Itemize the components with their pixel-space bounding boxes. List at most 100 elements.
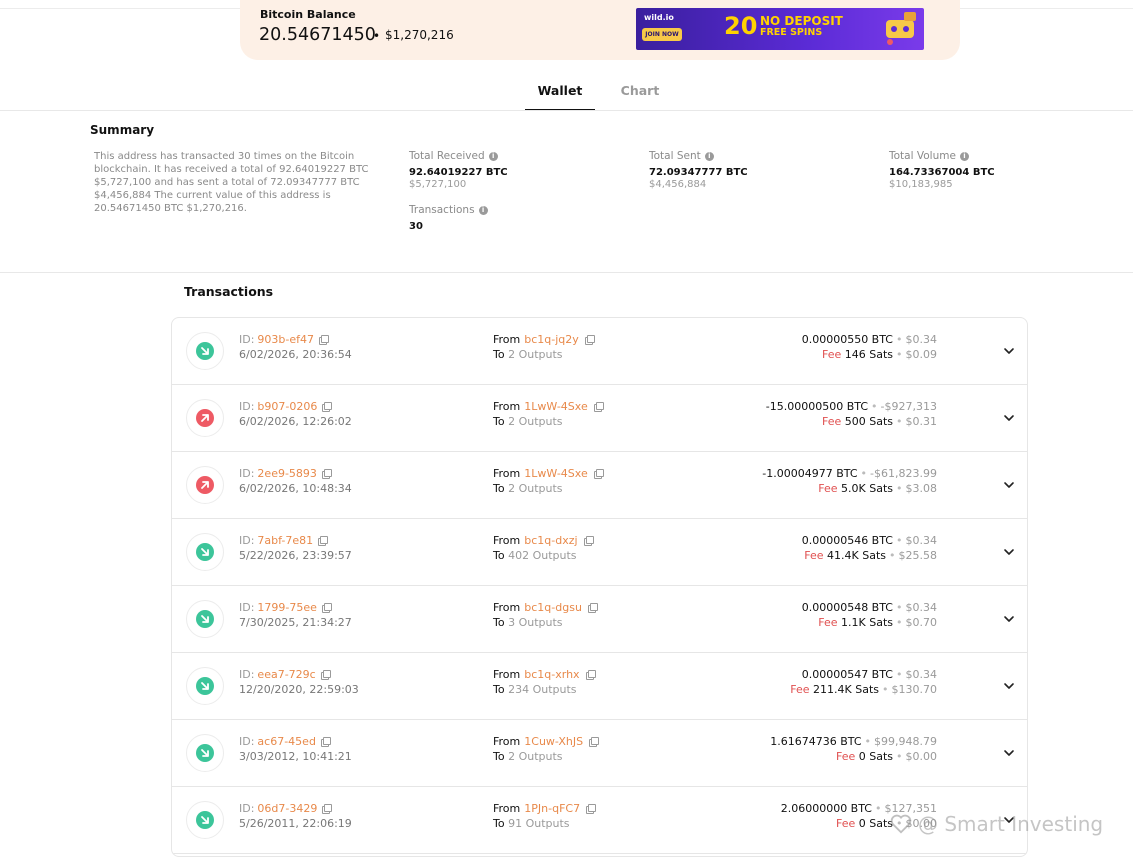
tx-from-address[interactable]: bc1q-jq2y <box>524 333 579 346</box>
tx-outputs[interactable]: 91 Outputs <box>508 817 569 830</box>
tx-fee: Fee 146 Sats • $0.09 <box>822 348 937 361</box>
info-icon[interactable]: i <box>704 151 714 161</box>
tx-date: 6/02/2026, 12:26:02 <box>239 415 352 428</box>
separator: • <box>875 802 882 815</box>
transaction-row[interactable]: ID: b907-0206 6/02/2026, 12:26:02 From 1… <box>172 385 1027 452</box>
tx-id: ID: 1799-75ee <box>239 601 332 614</box>
chevron-down-icon[interactable] <box>1003 479 1015 491</box>
tx-id-link[interactable]: 7abf-7e81 <box>257 534 313 547</box>
chevron-down-icon[interactable] <box>1003 546 1015 558</box>
ad-number: 20 <box>724 12 758 40</box>
tx-outputs[interactable]: 2 Outputs <box>508 415 562 428</box>
chevron-down-icon[interactable] <box>1003 747 1015 759</box>
tx-from-address[interactable]: bc1q-dgsu <box>524 601 582 614</box>
chevron-down-icon[interactable] <box>1003 345 1015 357</box>
tx-to-label: To <box>493 482 505 495</box>
tx-outputs[interactable]: 2 Outputs <box>508 482 562 495</box>
copy-icon[interactable] <box>320 670 331 680</box>
tx-outputs[interactable]: 402 Outputs <box>508 549 576 562</box>
tx-fee-label: Fee <box>835 750 856 763</box>
transaction-row[interactable]: ID: 1799-75ee 7/30/2025, 21:34:27 From b… <box>172 586 1027 653</box>
copy-icon[interactable] <box>322 804 333 814</box>
tx-from-label: From <box>493 735 521 748</box>
tab-chart[interactable]: Chart <box>605 79 675 111</box>
tx-fee-sats: 211.4K Sats <box>813 683 879 696</box>
tx-id: ID: b907-0206 <box>239 400 333 413</box>
balance-btc-value: 20.54671450 <box>259 25 376 45</box>
tx-fee-usd: $0.09 <box>905 348 938 361</box>
tx-amount-btc: 1.61674736 BTC <box>770 735 862 748</box>
copy-icon[interactable] <box>583 536 594 546</box>
tx-outputs[interactable]: 234 Outputs <box>508 683 576 696</box>
incoming-arrow-icon <box>196 677 214 695</box>
tx-from-address[interactable]: 1PJn-qFC7 <box>524 802 580 815</box>
tx-fee-usd: $0.70 <box>905 616 938 629</box>
copy-icon[interactable] <box>593 469 604 479</box>
tab-wallet[interactable]: Wallet <box>525 79 595 111</box>
transaction-row[interactable]: ID: ac67-45ed 3/03/2012, 10:41:21 From 1… <box>172 720 1027 787</box>
tx-from-address[interactable]: 1Cuw-XhJS <box>524 735 583 748</box>
copy-icon[interactable] <box>593 402 604 412</box>
direction-badge <box>186 332 224 370</box>
tx-id-link[interactable]: 06d7-3429 <box>257 802 317 815</box>
tx-id-link[interactable]: 2ee9-5893 <box>257 467 317 480</box>
tx-date: 3/03/2012, 10:41:21 <box>239 750 352 763</box>
ad-banner[interactable]: wild.io JOIN NOW 20 NO DEPOSIT FREE SPIN… <box>636 8 924 50</box>
copy-icon[interactable] <box>587 603 598 613</box>
transaction-row[interactable]: ID: 2ee9-5893 6/02/2026, 10:48:34 From 1… <box>172 452 1027 519</box>
tx-outputs[interactable]: 3 Outputs <box>508 616 562 629</box>
tx-id-label: ID: <box>239 467 255 480</box>
tx-from-address[interactable]: 1LwW-4Sxe <box>524 400 587 413</box>
transaction-row[interactable]: ID: 903b-ef47 6/02/2026, 20:36:54 From b… <box>172 318 1027 385</box>
copy-icon[interactable] <box>586 804 597 814</box>
transaction-row[interactable]: ID: eea7-729c 12/20/2020, 22:59:03 From … <box>172 653 1027 720</box>
tx-from-address[interactable]: bc1q-xrhx <box>524 668 579 681</box>
copy-icon[interactable] <box>584 335 595 345</box>
info-icon[interactable]: i <box>478 205 488 215</box>
incoming-arrow-icon <box>196 342 214 360</box>
info-icon[interactable]: i <box>488 151 498 161</box>
tx-amount: -1.00004977 BTC • -$61,823.99 <box>762 467 937 480</box>
tx-id-link[interactable]: ac67-45ed <box>257 735 316 748</box>
info-icon[interactable]: i <box>959 151 969 161</box>
tx-id-link[interactable]: 903b-ef47 <box>257 333 314 346</box>
tx-id-link[interactable]: eea7-729c <box>257 668 315 681</box>
transactions-title: Transactions <box>184 284 274 299</box>
copy-icon[interactable] <box>589 737 600 747</box>
tx-outputs[interactable]: 2 Outputs <box>508 348 562 361</box>
tx-id-link[interactable]: 1799-75ee <box>257 601 317 614</box>
ad-join-button[interactable]: JOIN NOW <box>642 28 682 41</box>
chevron-down-icon[interactable] <box>1003 613 1015 625</box>
tx-fee-sats: 0 Sats <box>858 750 893 763</box>
tx-id-label: ID: <box>239 802 255 815</box>
tx-from-address[interactable]: 1LwW-4Sxe <box>524 467 587 480</box>
transaction-row[interactable]: ID: 7abf-7e81 5/22/2026, 23:39:57 From b… <box>172 519 1027 586</box>
direction-badge <box>186 734 224 772</box>
tx-fee-label: Fee <box>818 482 838 495</box>
chevron-down-icon[interactable] <box>1003 680 1015 692</box>
copy-icon[interactable] <box>322 402 333 412</box>
stat-total-received: Total Received i 92.64019227 BTC $5,727,1… <box>409 150 508 190</box>
copy-icon[interactable] <box>585 670 596 680</box>
tx-fee-sats: 500 Sats <box>844 415 893 428</box>
copy-icon[interactable] <box>321 469 332 479</box>
tx-fee-label: Fee <box>821 415 842 428</box>
tx-id-label: ID: <box>239 735 255 748</box>
tx-date: 5/22/2026, 23:39:57 <box>239 549 352 562</box>
separator: • <box>896 415 903 428</box>
stat-total-volume: Total Volume i 164.73367004 BTC $10,183,9… <box>889 150 995 190</box>
tx-id-label: ID: <box>239 601 255 614</box>
chevron-down-icon[interactable] <box>1003 412 1015 424</box>
copy-icon[interactable] <box>321 603 332 613</box>
tx-id-link[interactable]: b907-0206 <box>257 400 317 413</box>
tx-outputs[interactable]: 2 Outputs <box>508 750 562 763</box>
tx-date: 5/26/2011, 22:06:19 <box>239 817 352 830</box>
tx-to: To 91 Outputs <box>493 817 570 830</box>
tx-from-label: From <box>493 601 521 614</box>
copy-icon[interactable] <box>320 737 331 747</box>
tx-from: From bc1q-jq2y <box>493 333 595 346</box>
copy-icon[interactable] <box>318 536 329 546</box>
tx-from-address[interactable]: bc1q-dxzj <box>524 534 577 547</box>
copy-icon[interactable] <box>319 335 330 345</box>
separator: • <box>896 668 903 681</box>
